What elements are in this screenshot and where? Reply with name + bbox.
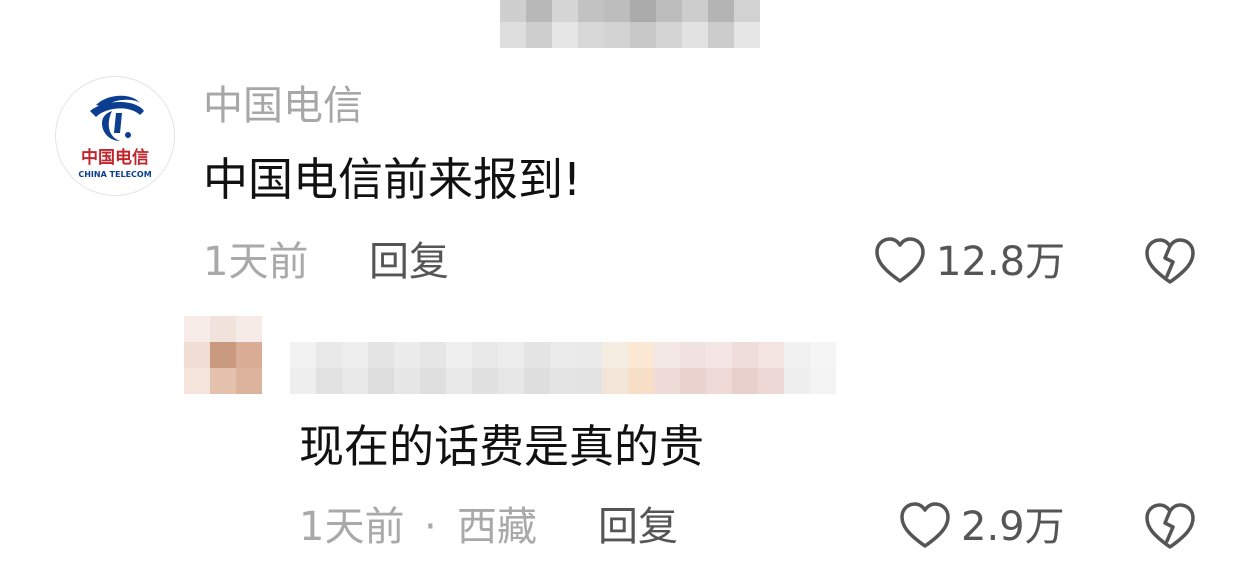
comment-time: 1天前 [203,239,309,285]
comment-text: 中国电信前来报到! [203,153,582,206]
blurred-reply-username [290,342,836,394]
comment-author[interactable]: 中国电信 [203,82,363,130]
reply-comment-text: 现在的话费是真的贵 [299,420,705,473]
logo-cn-text: 中国电信 [81,147,149,168]
like-count: 2.9万 [961,504,1065,550]
meta-separator: · [424,504,437,550]
logo-en-text: CHINA TELECOM [78,170,151,179]
china-telecom-logo-icon: 中国电信 CHINA TELECOM [78,95,152,179]
reply-button[interactable]: 回复 [369,238,449,286]
avatar-china-telecom[interactable]: 中国电信 CHINA TELECOM [55,76,175,196]
dislike-broken-heart-icon[interactable] [1143,236,1197,288]
dislike-broken-heart-icon[interactable] [1143,501,1197,553]
blurred-username-top [500,0,760,48]
blurred-reply-avatar [184,316,262,394]
like-heart-icon[interactable] [898,500,952,552]
reply-button[interactable]: 回复 [598,503,678,551]
reply-location: 西藏 [457,504,537,550]
like-count: 12.8万 [936,239,1066,285]
like-heart-icon[interactable] [873,235,927,287]
reply-time: 1天前 [299,504,405,550]
